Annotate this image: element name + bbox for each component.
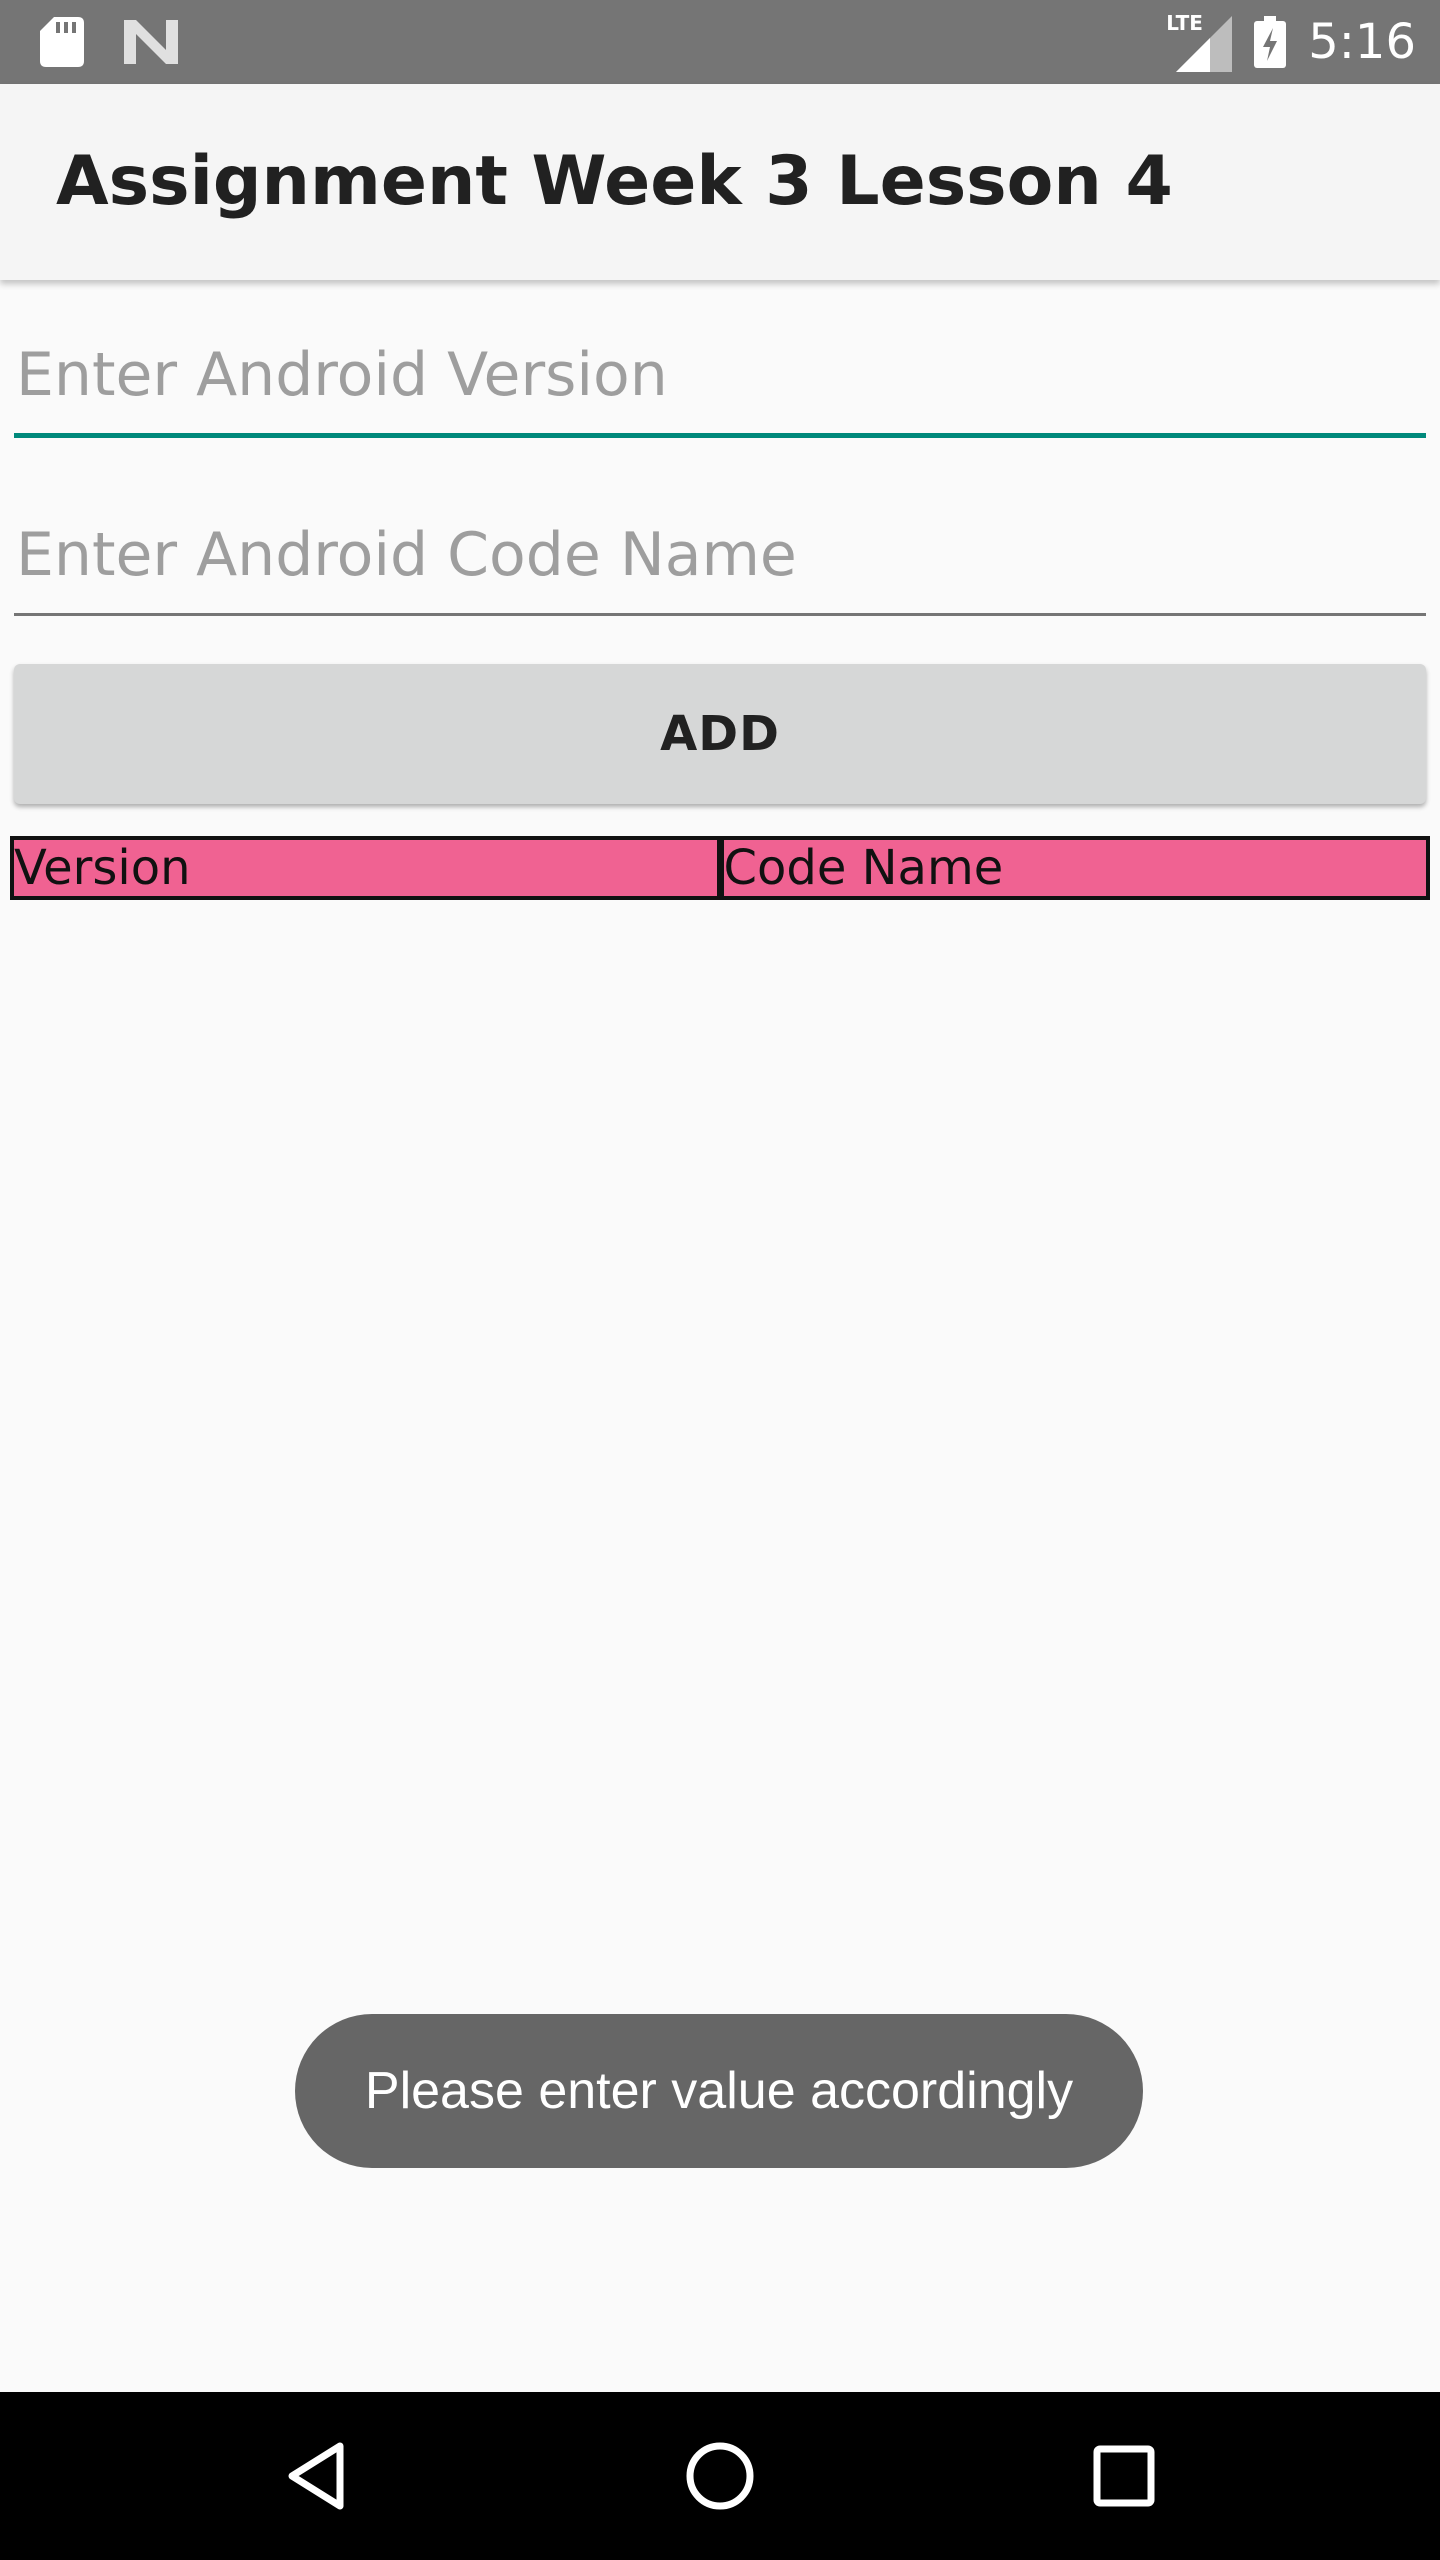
android-codename-input[interactable] (14, 510, 1426, 600)
android-n-icon (124, 20, 178, 64)
battery-charging-icon (1254, 16, 1287, 68)
network-type-label: LTE (1166, 11, 1203, 35)
back-icon (288, 2442, 344, 2510)
status-bar-time: 5:16 (1308, 14, 1416, 70)
column-header-code-name: Code Name (720, 836, 1430, 900)
app-bar: Assignment Week 3 Lesson 4 (0, 84, 1440, 280)
table-header: Version Code Name (10, 836, 1430, 900)
sd-card-icon (40, 17, 84, 67)
add-button[interactable]: ADD (14, 664, 1426, 804)
android-version-input[interactable] (14, 330, 1426, 420)
toast-text: Please enter value accordingly (364, 2062, 1074, 2120)
android-version-field[interactable] (14, 330, 1426, 438)
recents-icon (1093, 2445, 1155, 2507)
recents-button[interactable] (1084, 2436, 1164, 2516)
status-bar: LTE 5:16 (0, 0, 1440, 84)
home-icon (686, 2442, 754, 2510)
android-version-underline (14, 433, 1426, 438)
navigation-bar (0, 2392, 1440, 2560)
lte-signal-icon: LTE (1166, 11, 1233, 72)
home-button[interactable] (680, 2436, 760, 2516)
android-codename-field[interactable] (14, 510, 1426, 616)
status-bar-notifications (40, 16, 178, 68)
toast-message: Please enter value accordingly (295, 2014, 1143, 2168)
column-header-version: Version (10, 836, 721, 900)
back-button[interactable] (276, 2436, 356, 2516)
page-title: Assignment Week 3 Lesson 4 (56, 142, 1173, 221)
android-codename-underline (14, 613, 1426, 616)
status-bar-system: LTE 5:16 (1166, 10, 1416, 74)
